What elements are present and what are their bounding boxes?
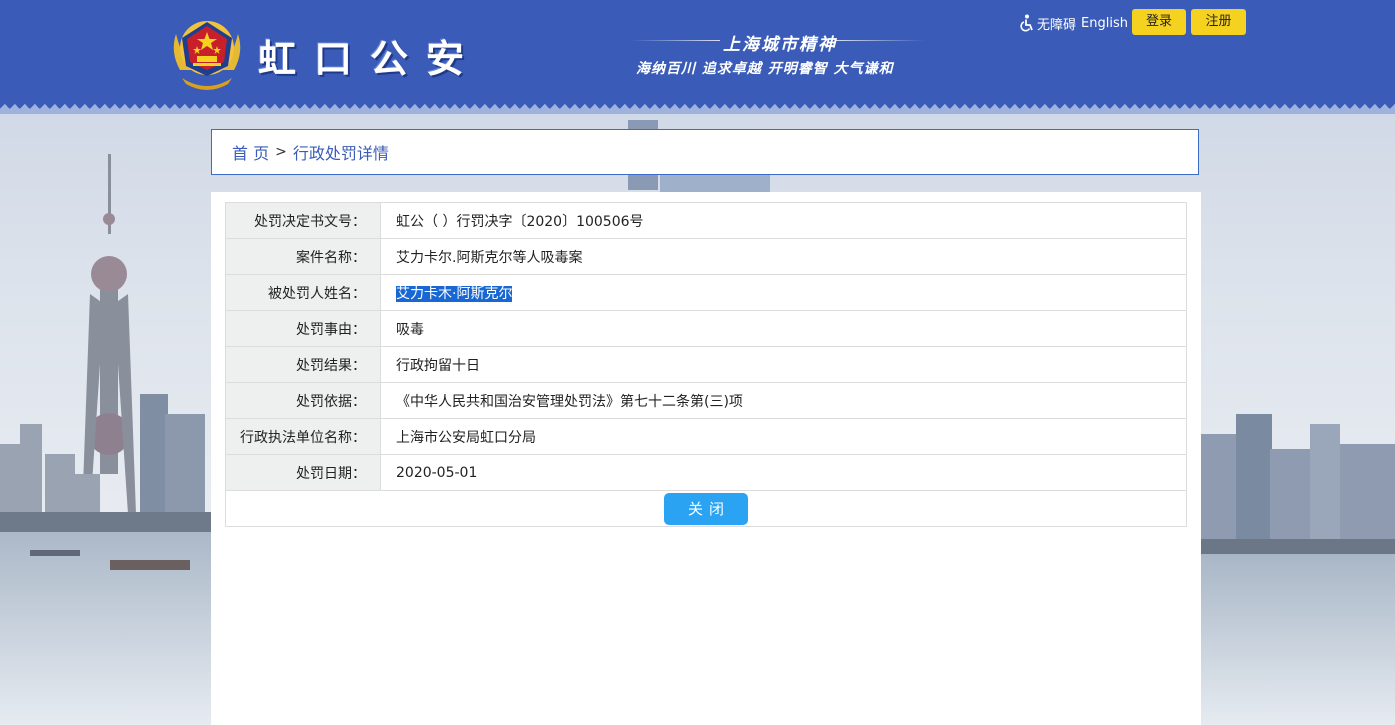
breadcrumb: 首 页 > 行政处罚详情	[211, 129, 1199, 175]
row-label: 案件名称：	[225, 238, 381, 275]
police-emblem-icon[interactable]	[168, 12, 246, 92]
table-row: 行政执法单位名称： 上海市公安局虹口分局	[225, 418, 1187, 455]
close-cell: 关闭	[225, 490, 1187, 527]
row-label: 处罚日期：	[225, 454, 381, 491]
wheelchair-icon[interactable]	[1020, 14, 1034, 32]
header-zigzag-border	[0, 104, 1395, 114]
breadcrumb-separator: >	[275, 144, 287, 160]
spirit-motto: 海纳百川 追求卓越 开明睿智 大气谦和	[636, 61, 894, 77]
breadcrumb-home-link[interactable]: 首 页	[232, 140, 269, 164]
detail-panel: 处罚决定书文号： 虹公（ ）行罚决字〔2020〕100506号 案件名称： 艾力…	[211, 192, 1201, 725]
row-value: 上海市公安局虹口分局	[380, 418, 1187, 455]
row-value: 2020-05-01	[380, 454, 1187, 491]
table-row: 处罚决定书文号： 虹公（ ）行罚决字〔2020〕100506号	[225, 202, 1187, 239]
row-label: 行政执法单位名称：	[225, 418, 381, 455]
row-value: 虹公（ ）行罚决字〔2020〕100506号	[380, 202, 1187, 239]
breadcrumb-current: 行政处罚详情	[292, 144, 389, 163]
table-row: 处罚事由： 吸毒	[225, 310, 1187, 347]
row-value-cell: 艾力卡木·阿斯克尔	[380, 274, 1187, 311]
register-button[interactable]: 注册	[1191, 9, 1246, 35]
english-link[interactable]: English	[1081, 16, 1128, 31]
table-row: 处罚日期： 2020-05-01	[225, 454, 1187, 491]
site-title[interactable]: 虹口公安	[258, 28, 482, 83]
row-value: 艾力卡尔.阿斯克尔等人吸毒案	[380, 238, 1187, 275]
table-row: 案件名称： 艾力卡尔.阿斯克尔等人吸毒案	[225, 238, 1187, 275]
accessibility-link[interactable]: 无障碍	[1037, 14, 1076, 33]
row-value: 吸毒	[380, 310, 1187, 347]
row-label: 处罚事由：	[225, 310, 381, 347]
row-label: 被处罚人姓名：	[225, 274, 381, 311]
close-button[interactable]: 关闭	[664, 492, 748, 525]
row-label: 处罚决定书文号：	[225, 202, 381, 239]
table-row: 处罚依据： 《中华人民共和国治安管理处罚法》第七十二条第(三)项	[225, 382, 1187, 419]
penalty-detail-table: 处罚决定书文号： 虹公（ ）行罚决字〔2020〕100506号 案件名称： 艾力…	[225, 202, 1187, 527]
selected-text[interactable]: 艾力卡木·阿斯克尔	[396, 285, 513, 302]
table-row: 被处罚人姓名： 艾力卡木·阿斯克尔	[225, 274, 1187, 311]
spirit-title: 上海城市精神	[723, 35, 837, 55]
row-value: 《中华人民共和国治安管理处罚法》第七十二条第(三)项	[380, 382, 1187, 419]
site-header: 虹口公安 上海城市精神 海纳百川 追求卓越 开明睿智 大气谦和 无障碍 Engl…	[0, 0, 1395, 106]
login-button[interactable]: 登录	[1132, 9, 1186, 35]
row-value: 行政拘留十日	[380, 346, 1187, 383]
row-label: 处罚结果：	[225, 346, 381, 383]
table-row: 处罚结果： 行政拘留十日	[225, 346, 1187, 383]
close-row: 关闭	[225, 490, 1187, 527]
row-label: 处罚依据：	[225, 382, 381, 419]
top-links: 无障碍 English	[1020, 13, 1133, 33]
